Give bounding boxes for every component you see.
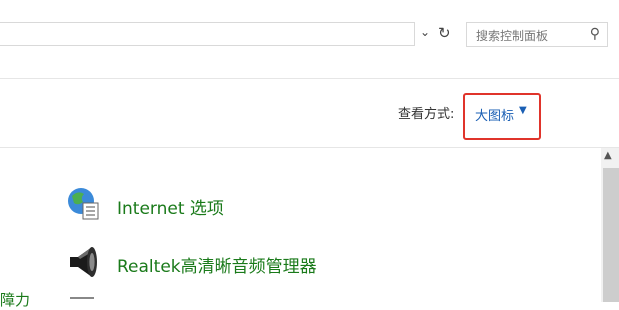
view-by-label: 查看方式:	[398, 107, 455, 122]
scrollbar-thumb[interactable]	[603, 168, 619, 302]
clipped-item-label[interactable]: 障力	[0, 289, 30, 310]
refresh-icon[interactable]: ↻	[438, 24, 456, 44]
search-input[interactable]: 搜索控制面板 ⚲	[466, 22, 608, 47]
view-by-dropdown[interactable]: 大图标 ▼	[463, 93, 541, 140]
divider	[0, 78, 619, 79]
address-history-dropdown-icon[interactable]: ⌄	[420, 25, 436, 45]
address-bar[interactable]	[0, 22, 415, 46]
internet-options-icon[interactable]	[66, 186, 100, 220]
realtek-audio-manager-link[interactable]: Realtek高清晰音频管理器	[117, 252, 317, 277]
chevron-down-icon[interactable]: ▼	[519, 105, 527, 116]
internet-options-link[interactable]: Internet 选项	[117, 194, 224, 219]
speaker-icon[interactable]	[66, 245, 100, 279]
search-icon[interactable]: ⚲	[590, 26, 600, 42]
partial-item-icon[interactable]	[70, 297, 94, 303]
divider	[0, 147, 619, 148]
view-by-value[interactable]: 大图标	[475, 105, 514, 124]
scroll-up-arrow-icon[interactable]: ▲	[604, 150, 612, 161]
search-placeholder: 搜索控制面板	[476, 29, 549, 43]
